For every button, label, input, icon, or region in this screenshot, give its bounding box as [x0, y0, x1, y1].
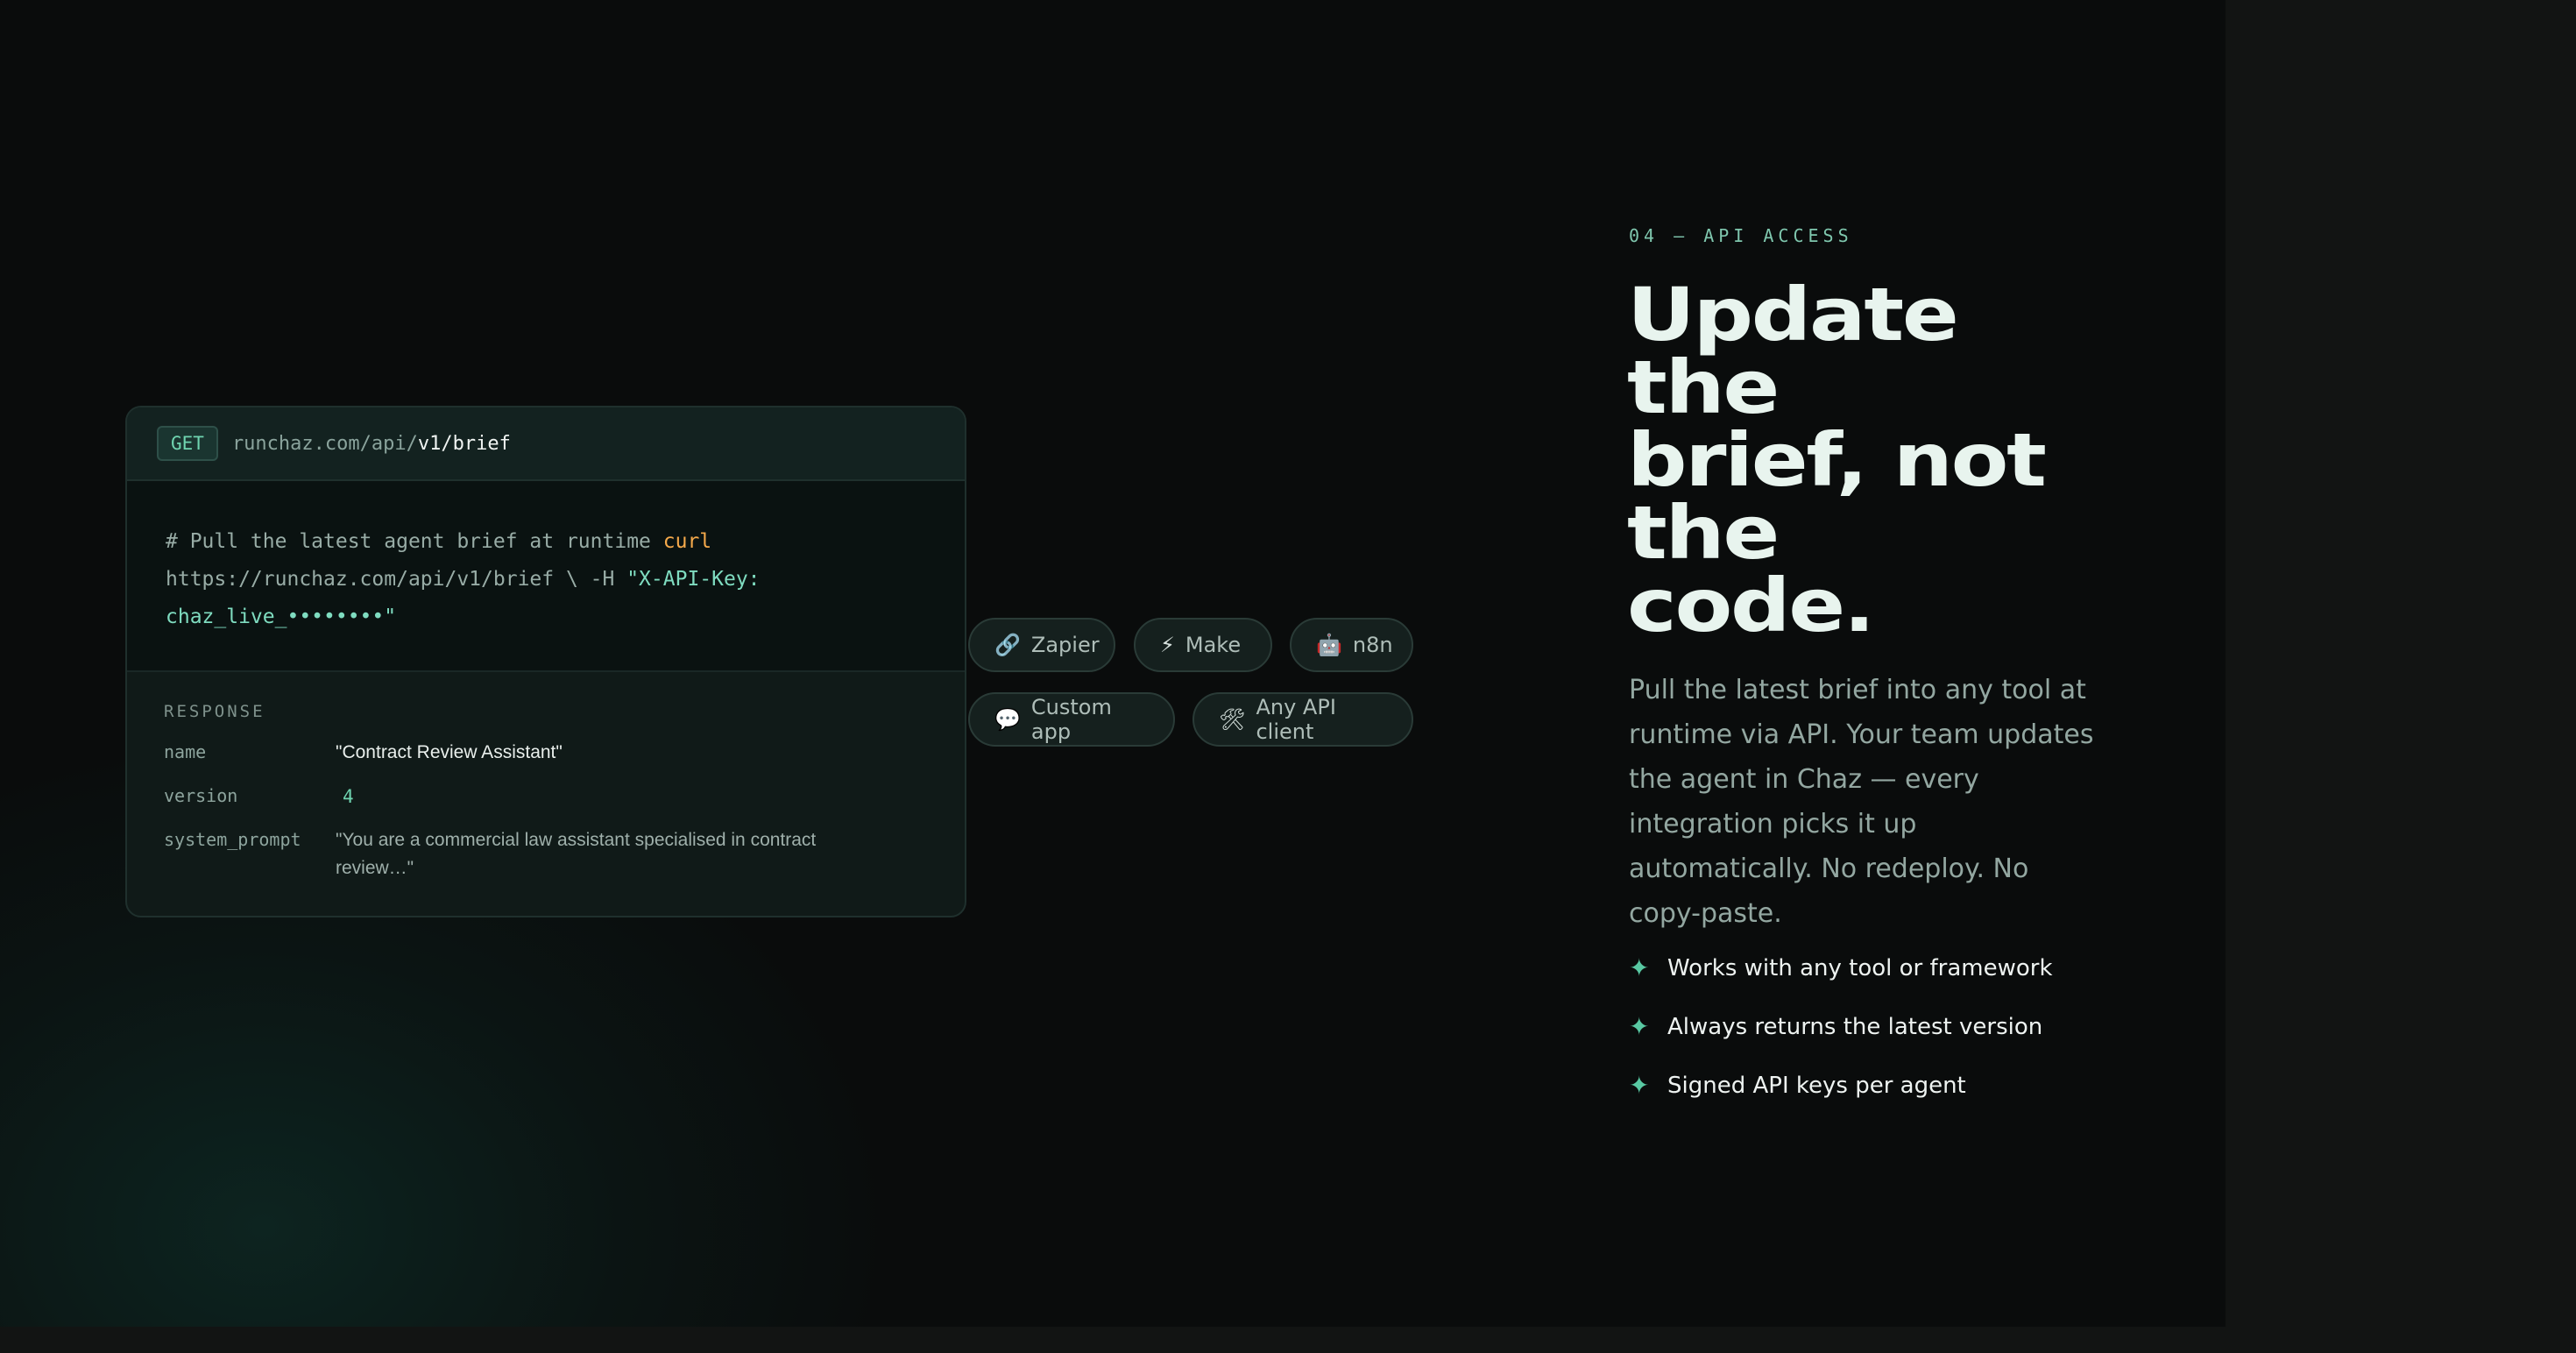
integration-label: n8n [1352, 633, 1393, 657]
response-panel: RESPONSE name "Contract Review Assistant… [127, 672, 965, 882]
response-key: version [164, 785, 238, 806]
integration-label: Make [1185, 633, 1242, 657]
integration-label: Custom app [1030, 695, 1112, 744]
integration-pill-zapier[interactable]: 🔗 Zapier [968, 618, 1115, 672]
response-value: "You are a commercial law assistant spec… [336, 830, 817, 878]
sparkle-icon: ✦ [1629, 1011, 1650, 1041]
feature-item: ✦ Always returns the latest version [1629, 997, 2053, 1056]
curl-code-block: # Pull the latest agent brief at runtime… [127, 481, 965, 672]
lightning-icon: ⚡ [1160, 633, 1175, 657]
feature-text: Works with any tool or framework [1667, 954, 2053, 981]
response-row-version: version 4 [164, 783, 930, 811]
integration-pill-any-api-client[interactable]: 🛠 Any API client [1192, 692, 1413, 747]
feature-text: Signed API keys per agent [1667, 1072, 1966, 1099]
section-headline: Update the brief, not the code. [1627, 278, 2186, 642]
code-header-name: "X-API-Key: [626, 568, 761, 591]
feature-list: ✦ Works with any tool or framework ✦ Alw… [1629, 939, 2053, 1115]
endpoint-path: v1/brief [417, 432, 511, 455]
code-url-line: https://runchaz.com/api/v1/brief \ -H [166, 568, 627, 591]
sparkle-icon: ✦ [1629, 953, 1650, 982]
code-card-header: GET runchaz.com/api/v1/brief [127, 407, 965, 481]
feature-text: Always returns the latest version [1667, 1013, 2043, 1040]
response-row-system-prompt: system_prompt "You are a commercial law … [164, 826, 930, 882]
section-eyebrow: 04 — API ACCESS [1629, 225, 1853, 246]
integration-pill-n8n[interactable]: 🤖 n8n [1290, 618, 1413, 672]
response-value: 4 [343, 786, 354, 807]
endpoint-base: runchaz.com/api/ [231, 432, 418, 455]
http-method-badge: GET [157, 426, 218, 461]
response-key: name [164, 741, 207, 762]
sparkle-icon: ✦ [1629, 1070, 1650, 1100]
section-lede: Pull the latest brief into any tool at r… [1629, 675, 2094, 929]
integration-label: Any API client [1256, 695, 1336, 744]
response-value: "Contract Review Assistant" [336, 742, 563, 762]
integration-pill-custom-app[interactable]: 💬 Custom app [968, 692, 1175, 747]
integration-pill-make[interactable]: ⚡ Make [1134, 618, 1272, 672]
code-comment: # Pull the latest agent brief at runtime [166, 530, 651, 553]
code-command: curl [662, 530, 712, 553]
endpoint-url: runchaz.com/api/v1/brief [232, 433, 511, 455]
integration-label: Zapier [1030, 633, 1100, 657]
response-label: RESPONSE [164, 702, 265, 721]
speech-bubble-icon: 💬 [994, 707, 1021, 732]
feature-item: ✦ Works with any tool or framework [1629, 939, 2053, 997]
response-key: system_prompt [164, 829, 301, 850]
robot-icon: 🤖 [1316, 633, 1342, 657]
feature-item: ✦ Signed API keys per agent [1629, 1056, 2053, 1115]
api-access-section: GET runchaz.com/api/v1/brief # Pull the … [0, 0, 2226, 1327]
code-header-value: chaz_live_••••••••" [166, 606, 397, 628]
headline-line: code. [1627, 563, 1875, 648]
link-icon: 🔗 [994, 633, 1021, 657]
tools-icon: 🛠 [1219, 707, 1246, 732]
api-code-card: GET runchaz.com/api/v1/brief # Pull the … [125, 406, 966, 917]
response-row-name: name "Contract Review Assistant" [164, 739, 930, 767]
